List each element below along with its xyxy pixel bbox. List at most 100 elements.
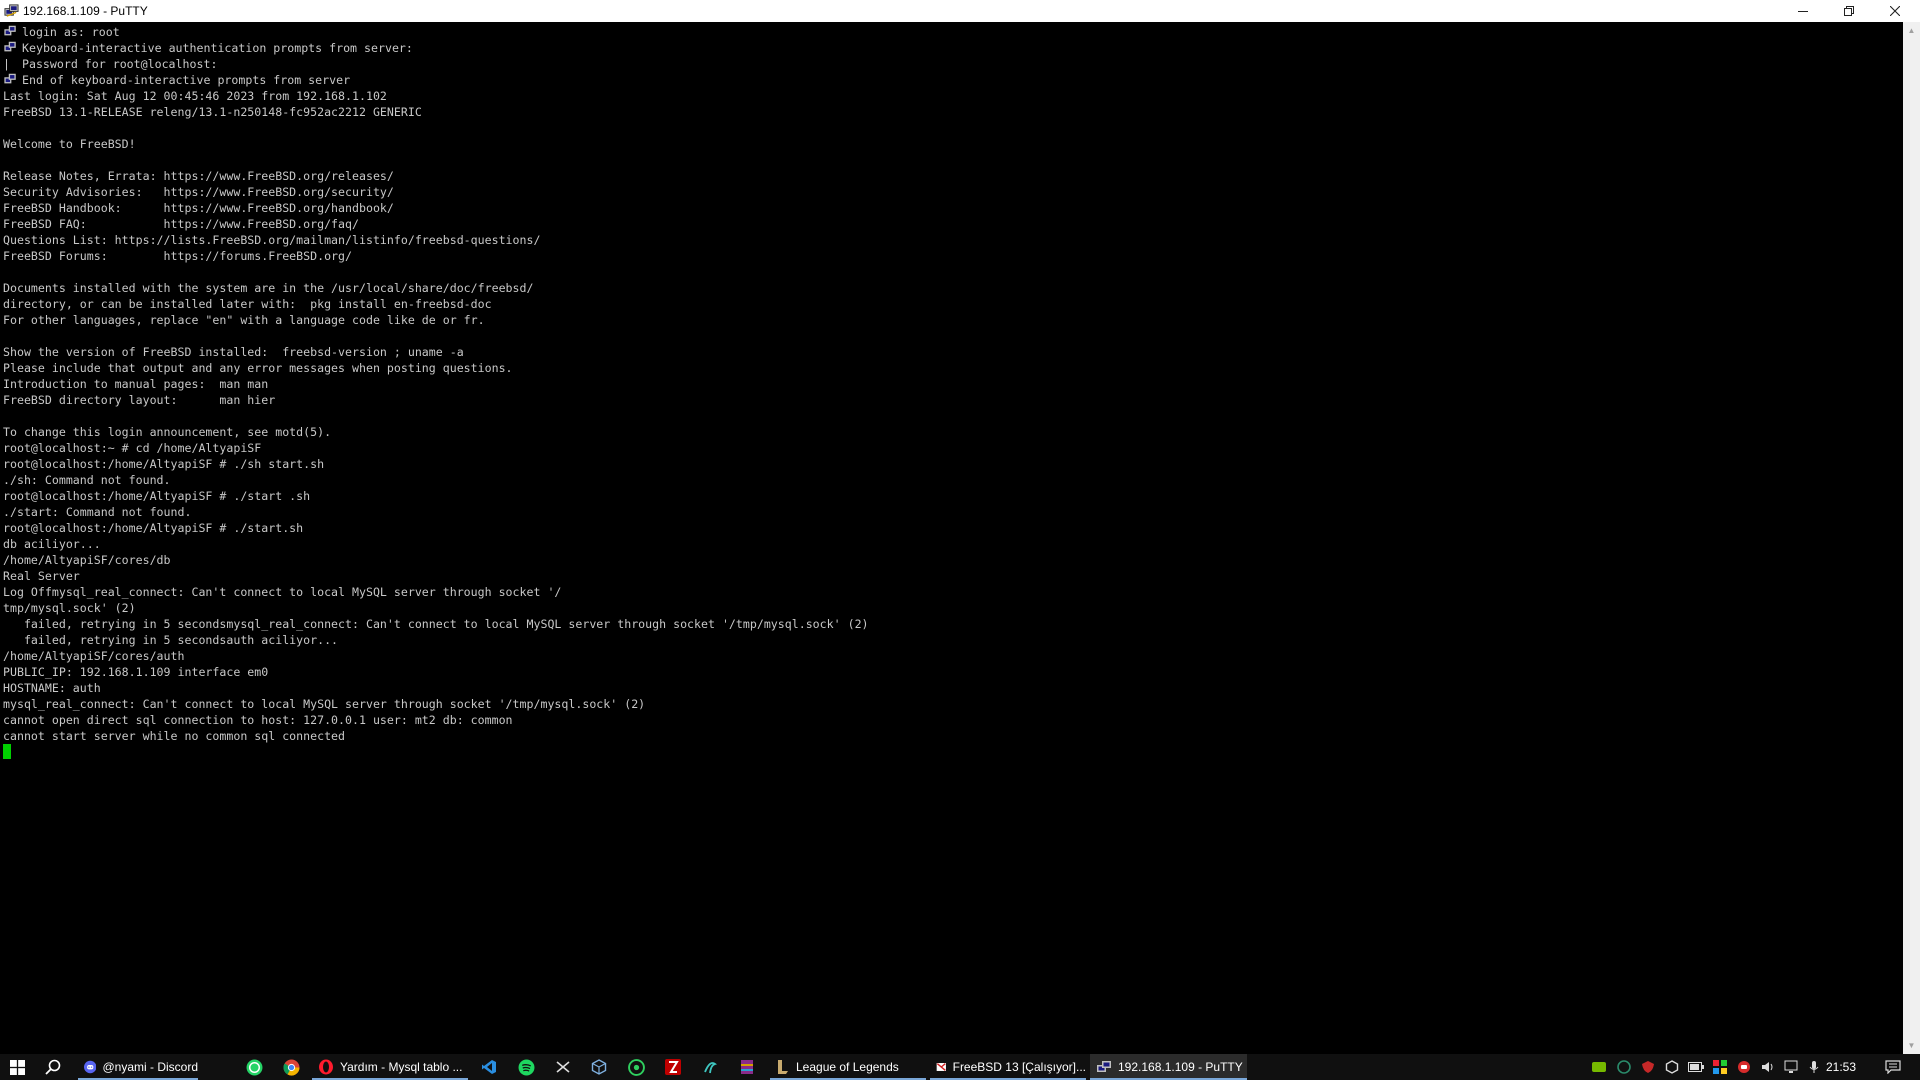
microphone-icon (1809, 1061, 1819, 1073)
taskbar-app-chrome[interactable] (274, 1054, 308, 1080)
windows-start-icon (9, 1059, 25, 1075)
taskbar-app-teal[interactable] (693, 1054, 727, 1080)
notification-center-button[interactable] (1876, 1054, 1910, 1080)
scroll-up-arrow[interactable]: ▲ (1903, 22, 1920, 39)
terminal-line: Welcome to FreeBSD! (3, 136, 869, 152)
terminal-line-text: cannot open direct sql connection to hos… (3, 713, 513, 727)
taskbar-clock[interactable]: 21:53 (1826, 1054, 1856, 1080)
app-green-icon (627, 1058, 645, 1076)
terminal-line: root@localhost:/home/AltyapiSF # ./start… (3, 520, 869, 536)
terminal-line-text: Password for root@localhost: (15, 57, 218, 71)
terminal-line-text: Welcome to FreeBSD! (3, 137, 136, 151)
terminal-line-text: failed, retrying in 5 secondsauth aciliy… (3, 633, 339, 647)
tray-volume[interactable] (1757, 1054, 1779, 1080)
terminal-line-text: root@localhost:~ # cd /home/AltyapiSF (3, 441, 262, 455)
taskbar-app-label: League of Legends (796, 1060, 899, 1074)
minimize-button[interactable] (1780, 0, 1826, 22)
terminal-line: PUBLIC_IP: 192.168.1.109 interface em0 (3, 664, 869, 680)
terminal-line: db aciliyor... (3, 536, 869, 552)
terminal-line-text: Keyboard-interactive authentication prom… (22, 41, 413, 55)
restore-button[interactable] (1826, 0, 1872, 22)
terminal-line-text: ./start: Command not found. (3, 505, 192, 519)
taskbar-app-discord[interactable]: @nyami - Discord (78, 1054, 198, 1080)
start-button[interactable] (0, 1054, 34, 1080)
taskbar-app-opera[interactable]: Yardım - Mysql tablo ... (312, 1054, 468, 1080)
terminal-line-text: root@localhost:/home/AltyapiSF # ./start… (3, 489, 311, 503)
battery-icon (1688, 1062, 1704, 1072)
taskbar-app-vscode[interactable] (472, 1054, 506, 1080)
terminal-line: FreeBSD directory layout: man hier (3, 392, 869, 408)
taskbar-app-filezilla[interactable] (656, 1054, 690, 1080)
terminal-line-text: Introduction to manual pages: man man (3, 377, 269, 391)
tray-app-3[interactable] (1661, 1054, 1683, 1080)
terminal-line-text: Security Advisories: https://www.FreeBSD… (3, 185, 394, 199)
terminal-line: directory, or can be installed later wit… (3, 296, 869, 312)
terminal-line: ./start: Command not found. (3, 504, 869, 520)
search-icon (45, 1059, 61, 1075)
close-button[interactable] (1872, 0, 1918, 22)
scroll-down-arrow[interactable]: ▼ (1903, 1037, 1920, 1054)
terminal-line-text: /home/AltyapiSF/cores/auth (3, 649, 185, 663)
taskbar-app-whatsapp[interactable] (237, 1054, 271, 1080)
shield-red-icon (1642, 1061, 1654, 1073)
tray-app-4[interactable] (1709, 1054, 1731, 1080)
network-icon (1784, 1060, 1798, 1073)
terminal-line: For other languages, replace "en" with a… (3, 312, 869, 328)
terminal-area[interactable]: login as: root Keyboard-interactive authe… (0, 22, 1903, 1054)
putty-icon (4, 4, 19, 17)
taskbar-app-virtualbox[interactable] (582, 1054, 616, 1080)
taskbar-app-putty[interactable]: 192.168.1.109 - PuTTY (1090, 1054, 1247, 1080)
vertical-scrollbar[interactable]: ▲ ▼ (1903, 22, 1920, 1054)
search-button[interactable] (36, 1054, 70, 1080)
taskbar-app-league[interactable]: League of Legends (770, 1054, 926, 1080)
terminal-cursor (3, 744, 11, 759)
window-title-bar[interactable]: 192.168.1.109 - PuTTY (0, 0, 1920, 22)
tray-nvidia[interactable] (1588, 1054, 1610, 1080)
terminal-line: failed, retrying in 5 secondsauth aciliy… (3, 632, 869, 648)
taskbar-app-green[interactable] (619, 1054, 653, 1080)
terminal-line: Security Advisories: https://www.FreeBSD… (3, 184, 869, 200)
terminal-line: FreeBSD 13.1-RELEASE releng/13.1-n250148… (3, 104, 869, 120)
filezilla-icon (665, 1059, 681, 1075)
terminal-line: root@localhost:/home/AltyapiSF # ./sh st… (3, 456, 869, 472)
restore-icon (1844, 6, 1854, 16)
taskbar-app-spotify[interactable] (509, 1054, 543, 1080)
tray-app-2[interactable] (1637, 1054, 1659, 1080)
putty-key-icon (4, 25, 16, 36)
minimize-icon (1798, 11, 1808, 12)
whatsapp-icon (246, 1059, 262, 1075)
taskbar-app-winscp[interactable] (546, 1054, 580, 1080)
taskbar-app-label: Yardım - Mysql tablo ... (340, 1060, 463, 1074)
terminal-line-text: Please include that output and any error… (3, 361, 513, 375)
terminal-line-text: login as: root (22, 25, 120, 39)
opera-icon (319, 1059, 333, 1075)
tray-mic[interactable] (1803, 1054, 1825, 1080)
taskbar-app-winrar[interactable] (730, 1054, 764, 1080)
notification-icon (1885, 1060, 1901, 1074)
taskbar-app-freebsd-vm[interactable]: FreeBSD 13 [Çalışıyor]... (930, 1054, 1086, 1080)
terminal-line-text: FreeBSD directory layout: man hier (3, 393, 276, 407)
terminal-line: /home/AltyapiSF/cores/db (3, 552, 869, 568)
terminal-line-text: For other languages, replace "en" with a… (3, 313, 485, 327)
terminal-line-text: HOSTNAME: auth (3, 681, 101, 695)
vscode-icon (482, 1060, 496, 1074)
terminal-line: FreeBSD Forums: https://forums.FreeBSD.o… (3, 248, 869, 264)
taskbar-app-label: 192.168.1.109 - PuTTY (1118, 1060, 1243, 1074)
discord-icon (84, 1060, 97, 1074)
tray-app-5[interactable] (1733, 1054, 1755, 1080)
tray-app-1[interactable] (1613, 1054, 1635, 1080)
tray-battery[interactable] (1685, 1054, 1707, 1080)
putty-key-icon (4, 41, 16, 52)
tray-network[interactable] (1781, 1054, 1803, 1080)
terminal-line-text: To change this login announcement, see m… (3, 425, 332, 439)
terminal-line: failed, retrying in 5 secondsmysql_real_… (3, 616, 869, 632)
terminal-line: Log Offmysql_real_connect: Can't connect… (3, 584, 869, 600)
nvidia-icon (1592, 1062, 1606, 1072)
terminal-line-text: Release Notes, Errata: https://www.FreeB… (3, 169, 394, 183)
terminal-line: HOSTNAME: auth (3, 680, 869, 696)
terminal-line-text: ./sh: Command not found. (3, 473, 171, 487)
speaker-icon (1762, 1062, 1773, 1072)
